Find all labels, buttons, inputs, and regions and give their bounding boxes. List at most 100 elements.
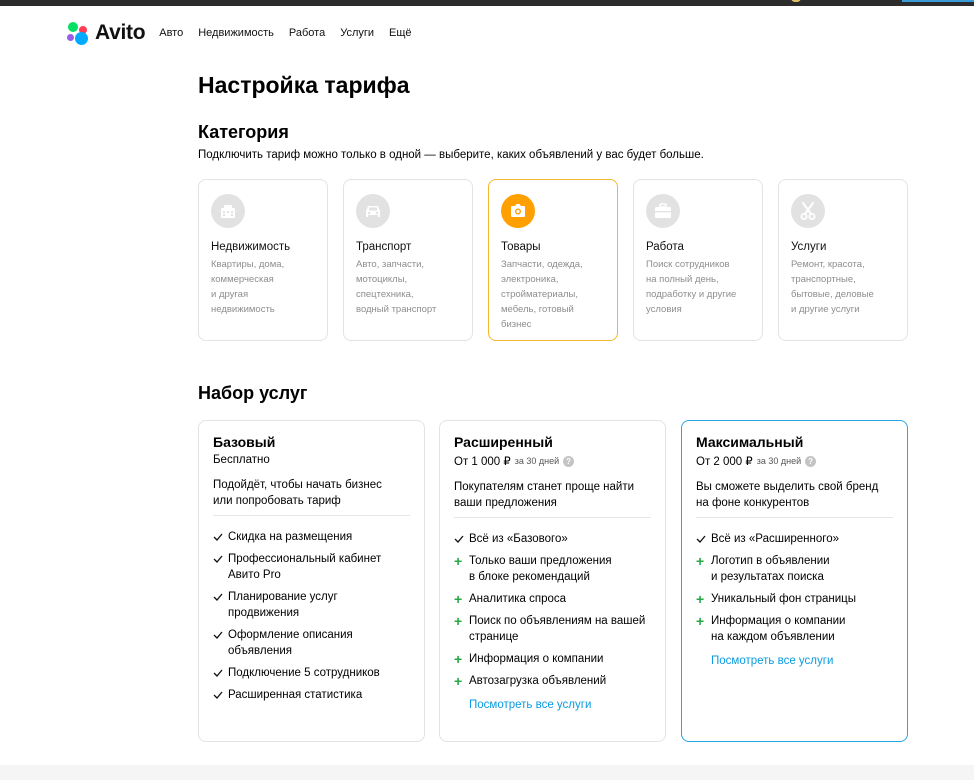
plan-price-value: От 2 000 ₽ <box>696 456 753 468</box>
plan-feature-line: Уникальный фон страницы <box>711 593 857 605</box>
avito-logo-text: Avito <box>95 21 146 44</box>
plan-feature: + Поиск по объявлениям на вашей странице <box>454 613 651 645</box>
category-card-description-line: Квартиры, дома, <box>211 259 285 270</box>
category-card-description-line: условия <box>646 304 682 315</box>
plan-name: Расширенный <box>454 434 553 450</box>
plan-card-2[interactable]: Максимальный От 2 000 ₽ за 30 дней? Вы смож… <box>681 420 908 742</box>
category-card-1[interactable]: Транспорт Авто, запчасти, мотоциклы, спецте… <box>343 179 473 341</box>
nav-item-auto[interactable]: Авто <box>159 27 183 39</box>
plan-price: От 1 000 ₽ за 30 дней? <box>454 454 651 468</box>
category-card-title: Услуги <box>791 241 827 253</box>
plus-icon: + <box>696 613 705 629</box>
plus-icon: + <box>454 553 463 569</box>
plus-icon: + <box>696 591 705 607</box>
plan-feature-line: Всё из «Базового» <box>469 533 568 545</box>
plan-feature-line: и результатах поиска <box>711 571 824 583</box>
nav-item-jobs[interactable]: Работа <box>289 27 325 39</box>
category-card-description-line: транспортные, <box>791 274 856 285</box>
check-icon <box>213 627 228 643</box>
avito-logo-icon <box>67 21 90 45</box>
category-card-title: Недвижимость <box>211 241 291 253</box>
plan-feature-text: Аналитика спроса <box>469 591 566 607</box>
check-icon <box>213 551 228 567</box>
category-section-title: Категория <box>198 122 289 142</box>
plan-feature-text: Скидка на размещения <box>228 529 352 545</box>
plan-feature: + Только ваши предложения в блоке рекоменд… <box>454 553 651 585</box>
plan-feature-line: Информация о компании <box>711 615 846 627</box>
plan-price: От 2 000 ₽ за 30 дней? <box>696 454 893 468</box>
plan-feature-line: Авито Pro <box>228 569 281 581</box>
plan-feature-line: Скидка на размещения <box>228 531 353 543</box>
check-icon <box>213 529 228 545</box>
plan-description-line: ваши предложения <box>454 497 557 509</box>
plan-feature-text: Поиск по объявлениям на вашей странице <box>469 613 645 645</box>
check-icon <box>454 531 469 547</box>
category-card-2[interactable]: Товары Запчасти, одежда, электроника, строй… <box>488 179 618 341</box>
nav-item-more[interactable]: Ещё <box>389 27 412 39</box>
question-icon[interactable]: ? <box>563 455 575 467</box>
plan-feature-text: Автозагрузка объявлений <box>469 673 606 689</box>
plan-feature: Профессиональный кабинет Авито Pro <box>213 551 410 583</box>
top-bar-dot <box>791 0 801 2</box>
services-section-title: Набор услуг <box>198 383 308 403</box>
building-icon <box>211 194 245 228</box>
plan-feature-text: Всё из «Расширенного» <box>711 531 839 547</box>
category-card-description-line: Ремонт, красота, <box>791 259 865 270</box>
category-card-description-line: и другая <box>211 289 249 300</box>
check-icon <box>213 687 228 703</box>
category-card-title: Товары <box>501 241 541 253</box>
category-card-description-line: бытовые, деловые <box>791 289 874 300</box>
see-all-services-link[interactable]: Посмотреть все услуги <box>469 699 591 711</box>
plan-description-line: Вы сможете выделить свой бренд <box>696 481 879 493</box>
site-header: Avito Авто Недвижимость Работа Услуги Ещ… <box>67 19 412 47</box>
plan-description: Вы сможете выделить свой бренд на фоне ко… <box>696 479 893 517</box>
plan-feature: + Аналитика спроса <box>454 591 651 607</box>
camera-icon <box>501 194 535 228</box>
plan-divider <box>213 515 410 516</box>
plan-price-value: От 1 000 ₽ <box>454 456 511 468</box>
question-icon[interactable]: ? <box>805 455 817 467</box>
check-icon <box>213 665 228 681</box>
plan-feature: Расширенная статистика <box>213 687 410 703</box>
plan-feature-line: продвижения <box>228 607 300 619</box>
plan-card-0[interactable]: Базовый Бесплатно Подойдёт, чтобы начать б… <box>198 420 425 742</box>
category-card-description-line: Авто, запчасти, <box>356 259 425 270</box>
plan-feature-line: Расширенная статистика <box>228 689 363 701</box>
category-card-description-line: стройматериалы, <box>501 289 578 300</box>
category-card-description-line: мебель, готовый <box>501 304 574 315</box>
category-card-description: Ремонт, красота, транспортные, бытовые, де… <box>791 257 896 317</box>
plan-feature-line: Автозагрузка объявлений <box>469 675 607 687</box>
nav-item-services[interactable]: Услуги <box>340 27 374 39</box>
plan-feature-line: Профессиональный кабинет <box>228 553 382 565</box>
plan-feature-line: Информация о компании <box>469 653 604 665</box>
plan-feature: + Информация о компании <box>454 651 651 667</box>
plan-feature-line: Логотип в объявлении <box>711 555 830 567</box>
plan-description: Подойдёт, чтобы начать бизнес или попробо… <box>213 477 410 515</box>
category-card-3[interactable]: Работа Поиск сотрудников на полный день, по… <box>633 179 763 341</box>
category-card-description-line: водный транспорт <box>356 304 437 315</box>
category-card-title: Работа <box>646 241 684 253</box>
plan-card-1[interactable]: Расширенный От 1 000 ₽ за 30 дней? Покупате… <box>439 420 666 742</box>
check-icon <box>696 531 711 547</box>
plus-icon: + <box>454 651 463 667</box>
page-title: Настройка тарифа <box>198 72 410 98</box>
category-card-description-line: электроника, <box>501 274 559 285</box>
plan-feature-text: Только ваши предложения в блоке рекоменда… <box>469 553 612 585</box>
avito-logo[interactable]: Avito <box>67 21 146 45</box>
plan-description-line: Покупателям станет проще найти <box>454 481 635 493</box>
category-card-description-line: подработку и другие <box>646 289 737 300</box>
plan-feature: Планирование услуг продвижения <box>213 589 410 621</box>
category-card-description-line: и другие услуги <box>791 304 860 315</box>
nav-item-realty[interactable]: Недвижимость <box>198 27 274 39</box>
category-card-description-line: бизнес <box>501 319 532 330</box>
plan-feature-text: Оформление описания объявления <box>228 627 353 659</box>
plan-price: Бесплатно <box>213 454 410 466</box>
plan-feature: Скидка на размещения <box>213 529 410 545</box>
category-card-0[interactable]: Недвижимость Квартиры, дома, коммерческая и… <box>198 179 328 341</box>
plan-description-line: Подойдёт, чтобы начать бизнес <box>213 479 382 491</box>
check-icon <box>213 589 228 605</box>
category-card-4[interactable]: Услуги Ремонт, красота, транспортные, бытов… <box>778 179 908 341</box>
plan-feature: + Автозагрузка объявлений <box>454 673 651 689</box>
plus-icon: + <box>454 673 463 689</box>
see-all-services-link[interactable]: Посмотреть все услуги <box>711 655 833 667</box>
